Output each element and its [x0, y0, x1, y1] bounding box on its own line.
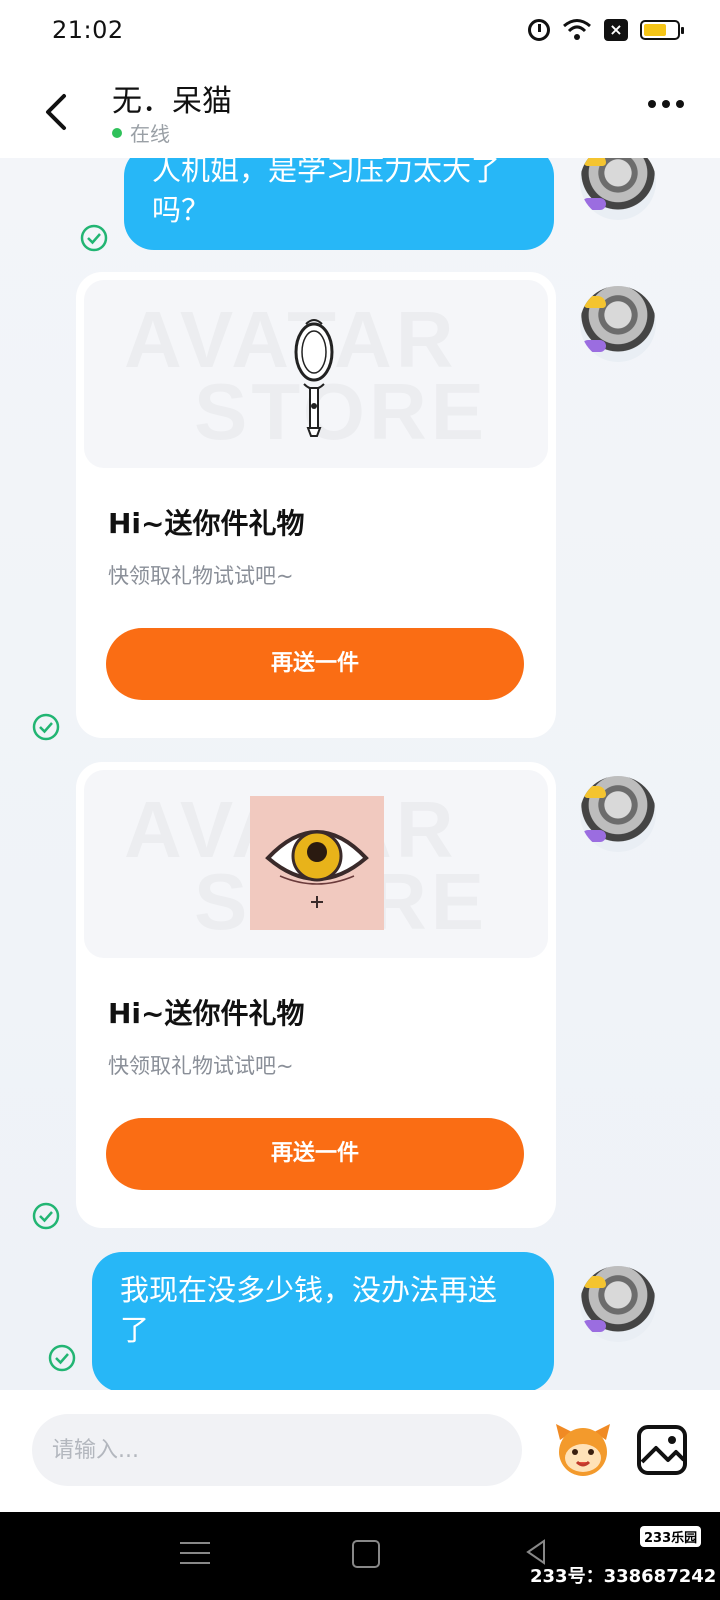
back-arrow-icon[interactable] — [38, 90, 78, 134]
send-again-button[interactable]: 再送一件 — [106, 628, 524, 700]
gift-title: Hi~送你件礼物 — [108, 997, 305, 1030]
message-line: 我现在没多少钱，没办法再送 — [120, 1273, 498, 1307]
message-bubble[interactable]: 我现在没多少钱，没办法再送 了 — [92, 1252, 554, 1390]
hand-mirror-icon — [294, 319, 334, 437]
user-avatar[interactable] — [580, 158, 656, 220]
check-icon — [32, 713, 60, 741]
gift-card[interactable]: AVATAR STORE Hi~送你件礼物 快领取礼物试试吧~ 再送一件 — [76, 272, 556, 738]
online-status: 在线 — [112, 118, 170, 147]
watermark-logo: 233乐园 — [640, 1526, 702, 1547]
clock-time: 21:02 — [52, 16, 124, 44]
user-avatar[interactable] — [580, 286, 656, 362]
chat-header: 无．呆猫 在线 — [0, 66, 720, 158]
gift-image-area: AVATAR STORE — [84, 770, 548, 958]
online-status-text: 在线 — [130, 122, 170, 146]
more-dots-icon[interactable] — [648, 100, 684, 108]
check-icon — [32, 1202, 60, 1230]
chat-title: 无．呆猫 — [112, 84, 232, 119]
check-icon — [80, 224, 108, 252]
alarm-icon — [528, 19, 550, 41]
status-icons: × — [528, 18, 684, 42]
send-again-button[interactable]: 再送一件 — [106, 1118, 524, 1190]
home-icon[interactable] — [352, 1540, 380, 1568]
user-avatar[interactable] — [580, 776, 656, 852]
battery-level — [644, 24, 666, 36]
gift-card[interactable]: AVATAR STORE Hi~送你件礼物 快领取礼物试试吧~ 再送一件 — [76, 762, 556, 1228]
gift-subtitle: 快领取礼物试试吧~ — [108, 1054, 294, 1078]
message-line: 了 — [120, 1313, 150, 1347]
wifi-icon — [562, 18, 592, 42]
check-icon — [48, 1344, 76, 1372]
message-bubble[interactable]: 人机姐，是学习压力太大了 吗？ — [124, 158, 554, 250]
message-line: 吗？ — [152, 193, 211, 227]
gift-title: Hi~送你件礼物 — [108, 507, 305, 540]
input-bar — [0, 1390, 720, 1512]
message-line: 人机姐，是学习压力太大了 — [152, 158, 501, 187]
mascot-icon[interactable] — [552, 1418, 614, 1480]
user-avatar[interactable] — [580, 1266, 656, 1342]
online-dot-icon — [112, 127, 122, 138]
navigation-bar: 233乐园 233号：338687242 — [0, 1512, 720, 1600]
chat-area[interactable]: 人机姐，是学习压力太大了 吗？ AVATAR STORE Hi~送你件礼物 快领… — [0, 158, 720, 1390]
image-icon[interactable] — [634, 1422, 690, 1478]
message-input[interactable] — [32, 1414, 522, 1486]
gift-image-area: AVATAR STORE — [84, 280, 548, 468]
watermark-id: 233号：338687242 — [530, 1566, 717, 1587]
eye-image-icon — [250, 796, 384, 930]
menu-icon[interactable] — [180, 1542, 210, 1572]
gift-subtitle: 快领取礼物试试吧~ — [108, 564, 294, 588]
battery-icon — [640, 20, 684, 40]
status-bar: 21:02 × — [0, 0, 720, 66]
close-box-icon: × — [604, 19, 628, 41]
